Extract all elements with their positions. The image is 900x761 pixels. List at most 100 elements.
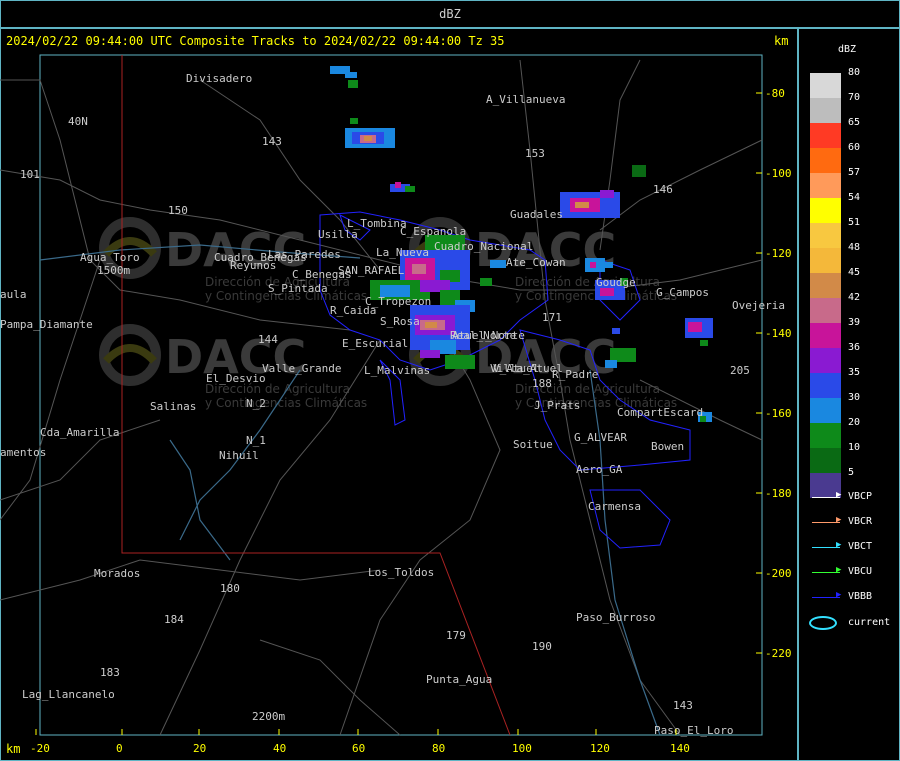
- radar-echo: [632, 165, 646, 177]
- track-label: VBCP: [848, 491, 873, 502]
- place-label: S_Pintada: [268, 282, 328, 295]
- legend-swatch: [810, 323, 841, 348]
- place-label: La_Nueva: [376, 246, 429, 259]
- place-label: Los_Toldos: [368, 566, 434, 579]
- arrow-icon: ▶: [836, 515, 842, 525]
- place-label: Morados: [94, 567, 140, 580]
- legend-swatch: [810, 298, 841, 323]
- place-label: Aero_GA: [576, 463, 623, 476]
- x-axis-label: 100: [512, 742, 532, 755]
- legend-swatch-label: 60: [848, 142, 861, 153]
- legend-swatch: [810, 73, 841, 98]
- legend-swatch: [810, 423, 841, 448]
- radar-echo: [605, 360, 617, 368]
- radar-echo: [688, 322, 702, 332]
- place-label: 2200m: [252, 710, 285, 723]
- road-line: [599, 139, 763, 231]
- radar-echo: [490, 260, 506, 268]
- radar-echo: [420, 350, 440, 358]
- place-label: Soitue: [513, 438, 553, 451]
- place-label: Paso_El_Loro: [654, 724, 733, 737]
- place-label: 101: [20, 168, 40, 181]
- place-label: El_Desvio: [206, 372, 266, 385]
- x-axis-label: 120: [590, 742, 610, 755]
- radar-echo: [610, 348, 636, 362]
- place-label: Cuadro_Benegas: [214, 251, 307, 264]
- legend-swatch-label: 80: [848, 67, 861, 78]
- track-label: VBCT: [848, 541, 873, 552]
- legend-swatch: [810, 123, 841, 148]
- legend-swatch: [810, 98, 841, 123]
- track-label: VBCU: [848, 566, 873, 577]
- x-axis-label: 0: [116, 742, 123, 755]
- place-label: Paso_Burroso: [576, 611, 655, 624]
- legend-swatch-label: 65: [848, 117, 861, 128]
- place-label: L_Malvinas: [364, 364, 430, 377]
- place-label: 153: [525, 147, 545, 160]
- road-line: [599, 59, 641, 251]
- y-axis-label: -100: [765, 167, 792, 180]
- legend-swatch: [810, 148, 841, 173]
- place-label: 188: [532, 377, 552, 390]
- place-label: Salinas: [150, 400, 196, 413]
- place-label: A_Villanueva: [486, 93, 565, 106]
- place-label: G_ALVEAR: [574, 431, 627, 444]
- watermark-line2: y Contingencias Climáticas: [205, 396, 367, 410]
- dacc-wheat-icon: [103, 344, 157, 364]
- legend-swatch-label: 42: [848, 292, 861, 303]
- place-label: Valle_Grande: [262, 362, 341, 375]
- track-label-current: current: [848, 617, 891, 628]
- legend-swatch-label: 51: [848, 217, 861, 228]
- legend-swatch: [810, 398, 841, 423]
- place-label: Usilla: [318, 228, 358, 241]
- y-axis-label: -180: [765, 487, 792, 500]
- radar-echo: [600, 288, 614, 296]
- place-label: Nihuil: [219, 449, 259, 462]
- legend-swatch: [810, 273, 841, 298]
- place-label: Bowen: [651, 440, 684, 453]
- place-label: Cda_Amarilla: [40, 426, 119, 439]
- y-axis-label: -160: [765, 407, 792, 420]
- radar-echo: [412, 264, 426, 274]
- place-label: J_Prats: [534, 399, 580, 412]
- x-axis-label: -20: [30, 742, 50, 755]
- radar-echo: [405, 186, 415, 192]
- place-label: C_Espanola: [400, 225, 466, 238]
- watermark-line1: Dirección de Agricultura: [515, 275, 660, 289]
- district-boundary: [589, 489, 671, 549]
- place-label: 150: [168, 204, 188, 217]
- legend-swatch: [810, 173, 841, 198]
- radar-echo: [350, 118, 358, 124]
- legend-swatch-label: 54: [848, 192, 861, 203]
- legend-swatch-label: 10: [848, 442, 861, 453]
- x-axis-label: 40: [273, 742, 286, 755]
- place-label: CompartEscard: [617, 406, 703, 419]
- km-label-bottom: km: [6, 742, 21, 756]
- legend-swatch-label: 5: [848, 467, 855, 478]
- place-label: R_Caida: [330, 304, 376, 317]
- legend-swatch-label: 70: [848, 92, 861, 103]
- radar-echo: [348, 80, 358, 88]
- place-label: Punta_Agua: [426, 673, 492, 686]
- place-label: Goudge: [596, 276, 636, 289]
- y-axis-label: -120: [765, 247, 792, 260]
- x-axis-label: 20: [193, 742, 206, 755]
- legend-title: dBZ: [838, 44, 857, 55]
- legend-swatch: [810, 223, 841, 248]
- place-label: 190: [532, 640, 552, 653]
- radar-echo: [612, 328, 620, 334]
- radar-map[interactable]: DACCDirección de Agriculturay Contingenc…: [0, 0, 900, 761]
- legend-swatch-label: 20: [848, 417, 861, 428]
- place-label: Divisadero: [186, 72, 252, 85]
- place-label: 143: [673, 699, 693, 712]
- place-label: G_Campos: [656, 286, 709, 299]
- place-label: N_1: [246, 434, 266, 447]
- radar-echo: [605, 262, 613, 268]
- legend-swatch-label: 36: [848, 342, 861, 353]
- place-label: Lag_Llancanelo: [22, 688, 115, 701]
- place-label: 205: [730, 364, 750, 377]
- place-label: Cuadro_Nacional: [434, 240, 533, 253]
- place-label: C_Benegas: [292, 268, 352, 281]
- x-axis-label: 140: [670, 742, 690, 755]
- place-label: 144: [258, 333, 278, 346]
